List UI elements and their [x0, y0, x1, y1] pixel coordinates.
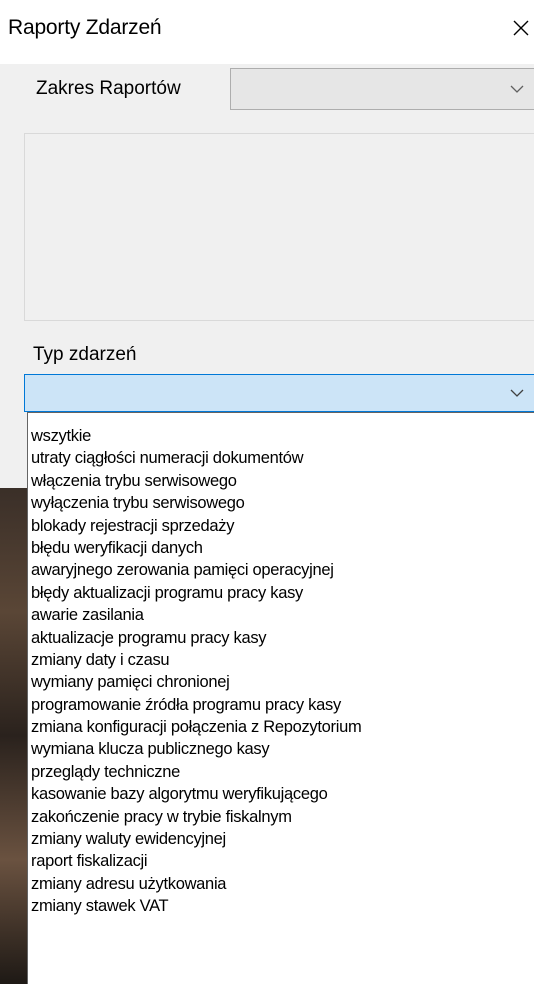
close-icon	[513, 20, 529, 36]
dropdown-option[interactable]: błędy aktualizacji programu pracy kasy	[28, 582, 534, 604]
dropdown-option[interactable]: kasowanie bazy algorytmu weryfikującego	[28, 783, 534, 805]
dropdown-option[interactable]: awarie zasilania	[28, 604, 534, 626]
dropdown-option[interactable]: zakończenie pracy w trybie fiskalnym	[28, 806, 534, 828]
dropdown-option[interactable]: programowanie źródła programu pracy kasy	[28, 694, 534, 716]
background-window-strip	[0, 488, 27, 984]
chevron-down-icon	[510, 389, 524, 397]
chevron-down-icon	[510, 85, 524, 93]
dropdown-option[interactable]: wymiana klucza publicznego kasy	[28, 738, 534, 760]
dropdown-option[interactable]: awaryjnego zerowania pamięci operacyjnej	[28, 559, 534, 581]
event-type-select[interactable]	[24, 374, 534, 412]
dropdown-option[interactable]: blokady rejestracji sprzedaży	[28, 515, 534, 537]
report-events-window: Raporty Zdarzeń Zakres Raportów Typ zdar…	[0, 0, 534, 984]
dropdown-option[interactable]: włączenia trybu serwisowego	[28, 470, 534, 492]
close-button[interactable]	[504, 8, 534, 48]
dropdown-option[interactable]: błędu weryfikacji danych	[28, 537, 534, 559]
dropdown-option[interactable]: wymiany pamięci chronionej	[28, 671, 534, 693]
dropdown-option[interactable]: utraty ciągłości numeracji dokumentów	[28, 447, 534, 469]
dropdown-option[interactable]: wyłączenia trybu serwisowego	[28, 492, 534, 514]
dropdown-option[interactable]: zmiany stawek VAT	[28, 895, 534, 917]
report-range-label: Zakres Raportów	[36, 78, 181, 99]
dropdown-option[interactable]: zmiana konfiguracji połączenia z Repozyt…	[28, 716, 534, 738]
dropdown-option[interactable]: raport fiskalizacji	[28, 850, 534, 872]
window-title: Raporty Zdarzeń	[8, 16, 162, 39]
dropdown-option[interactable]: przeglądy techniczne	[28, 761, 534, 783]
dropdown-option[interactable]: zmiany adresu użytkowania	[28, 873, 534, 895]
dropdown-option[interactable]: zmiany waluty ewidencyjnej	[28, 828, 534, 850]
report-range-panel	[24, 133, 534, 321]
dropdown-option[interactable]: wszytkie	[28, 425, 534, 447]
report-range-select[interactable]	[230, 68, 534, 110]
event-type-label: Typ zdarzeń	[33, 344, 137, 365]
event-type-dropdown-list[interactable]: wszytkie utraty ciągłości numeracji doku…	[27, 412, 534, 984]
dropdown-option[interactable]: zmiany daty i czasu	[28, 649, 534, 671]
title-bar: Raporty Zdarzeń	[0, 0, 534, 64]
dropdown-option[interactable]: aktualizacje programu pracy kasy	[28, 627, 534, 649]
